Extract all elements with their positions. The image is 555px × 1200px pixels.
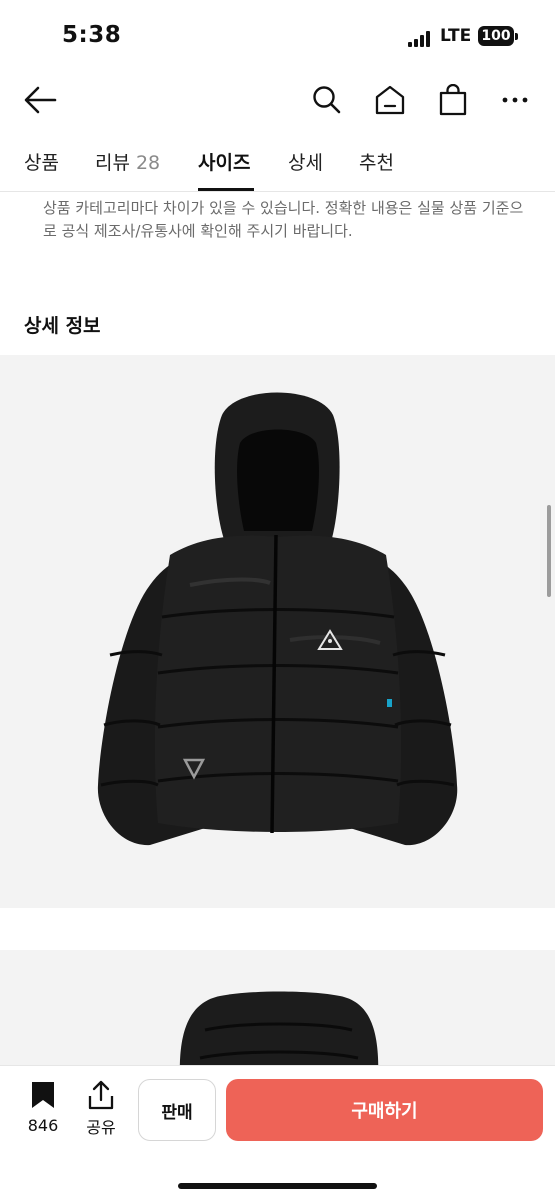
bookmark-count: 846 <box>27 1116 59 1135</box>
tab-recommend[interactable]: 추천 <box>359 148 394 175</box>
tab-bar: 상품 리뷰 28 사이즈 상세 추천 <box>0 134 555 192</box>
sell-button[interactable]: 판매 <box>138 1079 216 1141</box>
share-label: 공유 <box>86 1118 116 1137</box>
home-icon[interactable] <box>370 80 410 120</box>
search-icon[interactable] <box>307 80 347 120</box>
share-button[interactable]: 공유 <box>80 1080 122 1138</box>
active-tab-indicator <box>198 188 254 191</box>
review-count: 28 <box>135 152 161 174</box>
product-image-2[interactable] <box>0 950 555 1065</box>
tab-label: 리뷰 <box>95 152 130 174</box>
tab-product[interactable]: 상품 <box>24 148 59 175</box>
content-area[interactable]: 상품 카테고리마다 차이가 있을 수 있습니다. 정확한 내용은 실물 상품 기… <box>0 193 555 1065</box>
tab-label: 사이즈 <box>198 152 251 174</box>
tab-detail[interactable]: 상세 <box>288 148 323 175</box>
signal-icon <box>408 31 434 47</box>
home-indicator <box>178 1183 377 1189</box>
network-type: LTE <box>440 26 472 46</box>
tab-label: 추천 <box>359 152 394 174</box>
puffer-jacket-image <box>97 392 458 846</box>
share-icon <box>88 1080 114 1110</box>
size-notice: 상품 카테고리마다 차이가 있을 수 있습니다. 정확한 내용은 실물 상품 기… <box>43 199 524 240</box>
bookmark-icon <box>32 1082 54 1108</box>
scrollbar[interactable] <box>547 505 551 597</box>
tab-size[interactable]: 사이즈 <box>198 148 250 175</box>
more-icon[interactable] <box>495 80 535 120</box>
status-time: 5:38 <box>62 22 122 48</box>
product-image[interactable] <box>0 355 555 908</box>
tab-label: 상품 <box>24 152 59 174</box>
jacket-hood-image <box>179 991 379 1065</box>
battery-icon: 100 <box>478 26 518 46</box>
bottom-action-bar: 846 공유 판매 구매하기 <box>0 1065 555 1200</box>
back-arrow-icon[interactable] <box>20 80 60 120</box>
section-title: 상세 정보 <box>24 315 101 337</box>
bookmark-button[interactable]: 846 <box>22 1080 64 1135</box>
buy-button[interactable]: 구매하기 <box>226 1079 543 1141</box>
tab-label: 상세 <box>288 152 323 174</box>
nav-bar <box>0 72 555 128</box>
tab-reviews[interactable]: 리뷰 28 <box>95 148 160 175</box>
status-bar: 5:38 LTE 100 <box>0 0 555 72</box>
shopping-bag-icon[interactable] <box>433 80 473 120</box>
